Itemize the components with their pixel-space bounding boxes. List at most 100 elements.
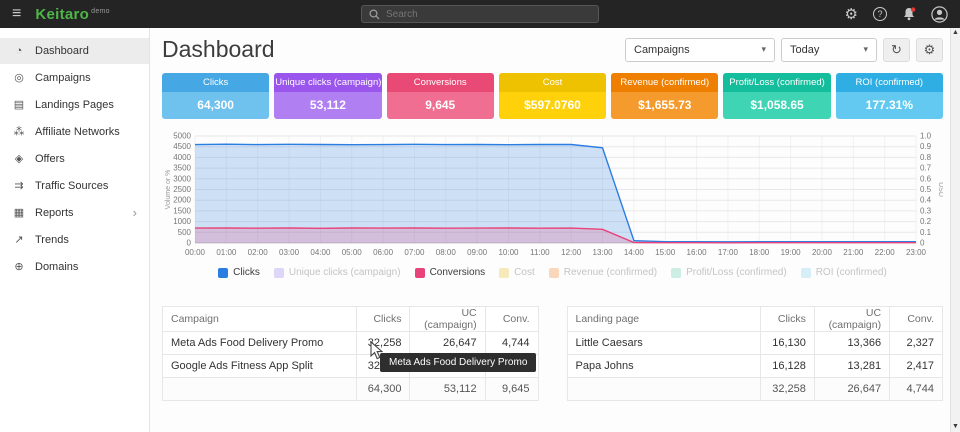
svg-text:1.0: 1.0 [920, 132, 932, 141]
sidebar-item-traffic-sources[interactable]: ⇉Traffic Sources [0, 172, 149, 199]
metric-cell: 16,130 [761, 332, 815, 355]
metric-card-value: 53,112 [274, 92, 381, 119]
trends-icon: ↗ [12, 233, 26, 246]
metric-card-roi-confirmed: ROI (confirmed)177.31% [836, 73, 943, 119]
legend-item-profit-loss-confirmed[interactable]: Profit/Loss (confirmed) [671, 267, 787, 278]
column-header-conv[interactable]: Conv. [485, 307, 538, 332]
metric-card-value: $1,655.73 [611, 92, 718, 119]
sidebar-item-label: Offers [35, 153, 65, 165]
landings-name-header: Landing page [567, 307, 761, 332]
sidebar-item-reports[interactable]: ▦Reports› [0, 199, 149, 226]
campaigns-header-row: CampaignClicksUC (campaign)Conv. [163, 307, 539, 332]
metric-cell: 32,258 [356, 332, 410, 355]
search-icon [369, 9, 380, 20]
svg-text:19:00: 19:00 [781, 248, 802, 257]
svg-text:04:00: 04:00 [310, 248, 331, 257]
metric-card-revenue-confirmed: Revenue (confirmed)$1,655.73 [611, 73, 718, 119]
legend-item-revenue-confirmed[interactable]: Revenue (confirmed) [549, 267, 657, 278]
svg-text:3500: 3500 [173, 164, 191, 173]
legend-label: Clicks [233, 267, 260, 278]
column-header-clicks[interactable]: Clicks [761, 307, 815, 332]
date-filter-select[interactable]: Today ▾ [781, 38, 877, 62]
landings-row[interactable]: Papa Johns16,12813,2812,417 [567, 355, 943, 378]
campaigns-filter-value: Campaigns [634, 44, 690, 56]
metric-cell: 2,417 [890, 355, 943, 378]
sidebar-item-label: Campaigns [35, 72, 91, 84]
refresh-button[interactable]: ↻ [883, 38, 910, 62]
svg-text:0.4: 0.4 [920, 196, 932, 205]
legend-item-cost[interactable]: Cost [499, 267, 535, 278]
metric-card-profit-loss-confirmed: Profit/Loss (confirmed)$1,058.65 [723, 73, 830, 119]
sidebar-item-affiliate-networks[interactable]: ⁂Affiliate Networks [0, 118, 149, 145]
landings-name-cell: Papa Johns [567, 355, 761, 378]
sidebar-item-domains[interactable]: ⊕Domains [0, 253, 149, 280]
svg-text:0.5: 0.5 [920, 185, 932, 194]
landings-row[interactable]: Little Caesars16,13013,3662,327 [567, 332, 943, 355]
svg-text:3000: 3000 [173, 174, 191, 183]
column-header-clicks[interactable]: Clicks [356, 307, 410, 332]
settings-gear-icon[interactable]: ⚙ [845, 7, 858, 22]
column-header-uc-campaign[interactable]: UC (campaign) [410, 307, 485, 332]
legend-swatch-icon [801, 268, 811, 278]
svg-text:Volume or %: Volume or % [165, 170, 172, 210]
legend-item-conversions[interactable]: Conversions [415, 267, 486, 278]
scroll-down-button[interactable]: ▼ [952, 422, 959, 432]
legend-label: Revenue (confirmed) [564, 267, 657, 278]
hamburger-menu-icon[interactable]: ≡ [12, 6, 21, 22]
legend-label: Profit/Loss (confirmed) [686, 267, 787, 278]
metric-cell: 13,281 [814, 355, 889, 378]
legend-item-roi-confirmed[interactable]: ROI (confirmed) [801, 267, 887, 278]
sidebar-item-offers[interactable]: ◈Offers [0, 145, 149, 172]
svg-text:2500: 2500 [173, 185, 191, 194]
sidebar-item-campaigns[interactable]: ◎Campaigns [0, 64, 149, 91]
help-icon[interactable]: ? [873, 7, 887, 21]
page-scrollbar[interactable]: ▲ ▼ [950, 28, 960, 432]
dashboard-settings-button[interactable]: ⚙ [916, 38, 943, 62]
campaigns-row[interactable]: Meta Ads Food Delivery Promo32,25826,647… [163, 332, 539, 355]
sidebar-item-label: Affiliate Networks [35, 126, 120, 138]
topbar-actions: ⚙ ? [845, 6, 948, 23]
metric-cards: Clicks64,300Unique clicks (campaign)53,1… [162, 73, 943, 119]
total-cell: 9,645 [485, 378, 538, 401]
chevron-down-icon: ▾ [863, 44, 868, 55]
search-bar[interactable] [361, 5, 599, 23]
svg-text:500: 500 [178, 228, 192, 237]
legend-label: Unique clicks (campaign) [289, 267, 401, 278]
metric-card-label: ROI (confirmed) [836, 73, 943, 92]
notifications-bell-icon[interactable] [902, 7, 916, 21]
sidebar-item-landings-pages[interactable]: ▤Landings Pages [0, 91, 149, 118]
column-header-uc-campaign[interactable]: UC (campaign) [814, 307, 889, 332]
metric-cell: 13,366 [814, 332, 889, 355]
scroll-up-button[interactable]: ▲ [952, 28, 959, 38]
column-header-conv[interactable]: Conv. [890, 307, 943, 332]
legend-item-unique-clicks-campaign[interactable]: Unique clicks (campaign) [274, 267, 401, 278]
app-logo: Keitarodemo [35, 7, 110, 22]
landings-name-cell: Little Caesars [567, 332, 761, 355]
legend-item-clicks[interactable]: Clicks [218, 267, 260, 278]
domains-icon: ⊕ [12, 260, 26, 273]
row-tooltip: Meta Ads Food Delivery Promo [380, 353, 536, 372]
demo-badge: demo [91, 8, 110, 15]
svg-text:11:00: 11:00 [530, 248, 550, 257]
landings-totals-spacer [567, 378, 761, 401]
legend-label: Conversions [430, 267, 486, 278]
landings-header-row: Landing pageClicksUC (campaign)Conv. [567, 307, 943, 332]
search-input[interactable] [386, 9, 591, 20]
date-filter-value: Today [790, 44, 819, 56]
svg-text:1500: 1500 [173, 206, 191, 215]
user-avatar[interactable] [931, 6, 948, 23]
svg-text:23:00: 23:00 [906, 248, 927, 257]
svg-text:1000: 1000 [173, 217, 191, 226]
sidebar-menu: ◔Dashboard◎Campaigns▤Landings Pages⁂Affi… [0, 28, 150, 432]
campaigns-totals-row: 64,30053,1129,645 [163, 378, 539, 401]
sidebar-item-trends[interactable]: ↗Trends [0, 226, 149, 253]
svg-text:09:00: 09:00 [467, 248, 488, 257]
metric-card-cost: Cost$597.0760 [499, 73, 606, 119]
reports-icon: ▦ [12, 206, 26, 219]
legend-swatch-icon [671, 268, 681, 278]
campaigns-filter-select[interactable]: Campaigns ▾ [625, 38, 775, 62]
sidebar-item-dashboard[interactable]: ◔Dashboard [0, 38, 149, 64]
svg-text:0.3: 0.3 [920, 206, 932, 215]
metric-card-label: Unique clicks (campaign) [274, 73, 381, 92]
metric-card-label: Profit/Loss (confirmed) [723, 73, 830, 92]
